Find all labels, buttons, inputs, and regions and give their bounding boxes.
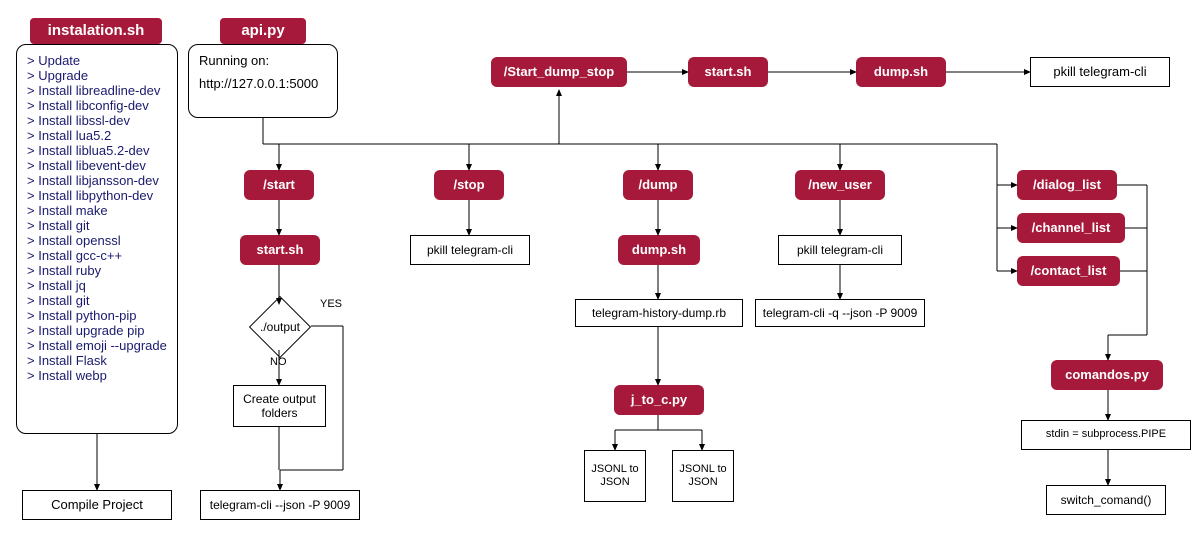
installation-item: Install upgrade pip xyxy=(27,323,167,338)
installation-item: Install emoji --upgrade xyxy=(27,338,167,353)
top-dump-sh: dump.sh xyxy=(856,57,946,87)
switch-comand: switch_comand() xyxy=(1046,485,1166,515)
dialog-list: /dialog_list xyxy=(1017,170,1117,200)
jsonl-2: JSONL to JSON xyxy=(672,450,734,502)
contact-list: /contact_list xyxy=(1017,256,1120,286)
installation-panel: UpdateUpgradeInstall libreadline-devInst… xyxy=(16,44,178,434)
compile-project: Compile Project xyxy=(22,490,172,520)
api-url: http://127.0.0.1:5000 xyxy=(199,76,327,91)
installation-item: Install webp xyxy=(27,368,167,383)
top-pkill: pkill telegram-cli xyxy=(1030,57,1170,87)
start-tcli: telegram-cli --json -P 9009 xyxy=(200,490,360,520)
stdin-pipe: stdin = subprocess.PIPE xyxy=(1021,420,1191,450)
start-dump-stop: /Start_dump_stop xyxy=(491,57,627,87)
newuser-pkill: pkill telegram-cli xyxy=(778,235,902,265)
api-header: api.py xyxy=(220,18,306,44)
installation-item: Update xyxy=(27,53,167,68)
no-label: NO xyxy=(270,356,287,368)
installation-item: Install lua5.2 xyxy=(27,128,167,143)
installation-item: Install liblua5.2-dev xyxy=(27,143,167,158)
start-endpoint: /start xyxy=(244,170,314,200)
api-panel: Running on: http://127.0.0.1:5000 xyxy=(188,44,338,118)
installation-item: Install libreadline-dev xyxy=(27,83,167,98)
start-sh: start.sh xyxy=(240,235,320,265)
installation-item: Install jq xyxy=(27,278,167,293)
history-dump-rb: telegram-history-dump.rb xyxy=(575,299,743,327)
installation-item: Install libevent-dev xyxy=(27,158,167,173)
dump-endpoint: /dump xyxy=(623,170,693,200)
dump-sh: dump.sh xyxy=(618,235,700,265)
installation-header: instalation.sh xyxy=(30,18,162,44)
yes-label: YES xyxy=(320,298,342,310)
j-to-c: j_to_c.py xyxy=(614,385,704,415)
installation-item: Install Flask xyxy=(27,353,167,368)
comandos-py: comandos.py xyxy=(1051,360,1163,390)
installation-item: Install make xyxy=(27,203,167,218)
stop-endpoint: /stop xyxy=(434,170,504,200)
create-output-folders: Create output folders xyxy=(233,385,326,427)
installation-item: Install libpython-dev xyxy=(27,188,167,203)
installation-item: Install git xyxy=(27,293,167,308)
installation-item: Install git xyxy=(27,218,167,233)
output-decision-label: ./output xyxy=(250,320,310,334)
stop-pkill: pkill telegram-cli xyxy=(410,235,530,265)
jsonl-1: JSONL to JSON xyxy=(584,450,646,502)
installation-item: Install gcc-c++ xyxy=(27,248,167,263)
channel-list: /channel_list xyxy=(1017,213,1125,243)
installation-item: Install openssl xyxy=(27,233,167,248)
api-running-label: Running on: xyxy=(199,53,327,68)
installation-item: Install libssl-dev xyxy=(27,113,167,128)
top-start-sh: start.sh xyxy=(688,57,768,87)
installation-item: Install libconfig-dev xyxy=(27,98,167,113)
newuser-endpoint: /new_user xyxy=(795,170,885,200)
installation-item: Install ruby xyxy=(27,263,167,278)
installation-item: Upgrade xyxy=(27,68,167,83)
installation-list: UpdateUpgradeInstall libreadline-devInst… xyxy=(27,53,167,383)
newuser-tcli: telegram-cli -q --json -P 9009 xyxy=(755,299,925,327)
installation-item: Install python-pip xyxy=(27,308,167,323)
installation-item: Install libjansson-dev xyxy=(27,173,167,188)
